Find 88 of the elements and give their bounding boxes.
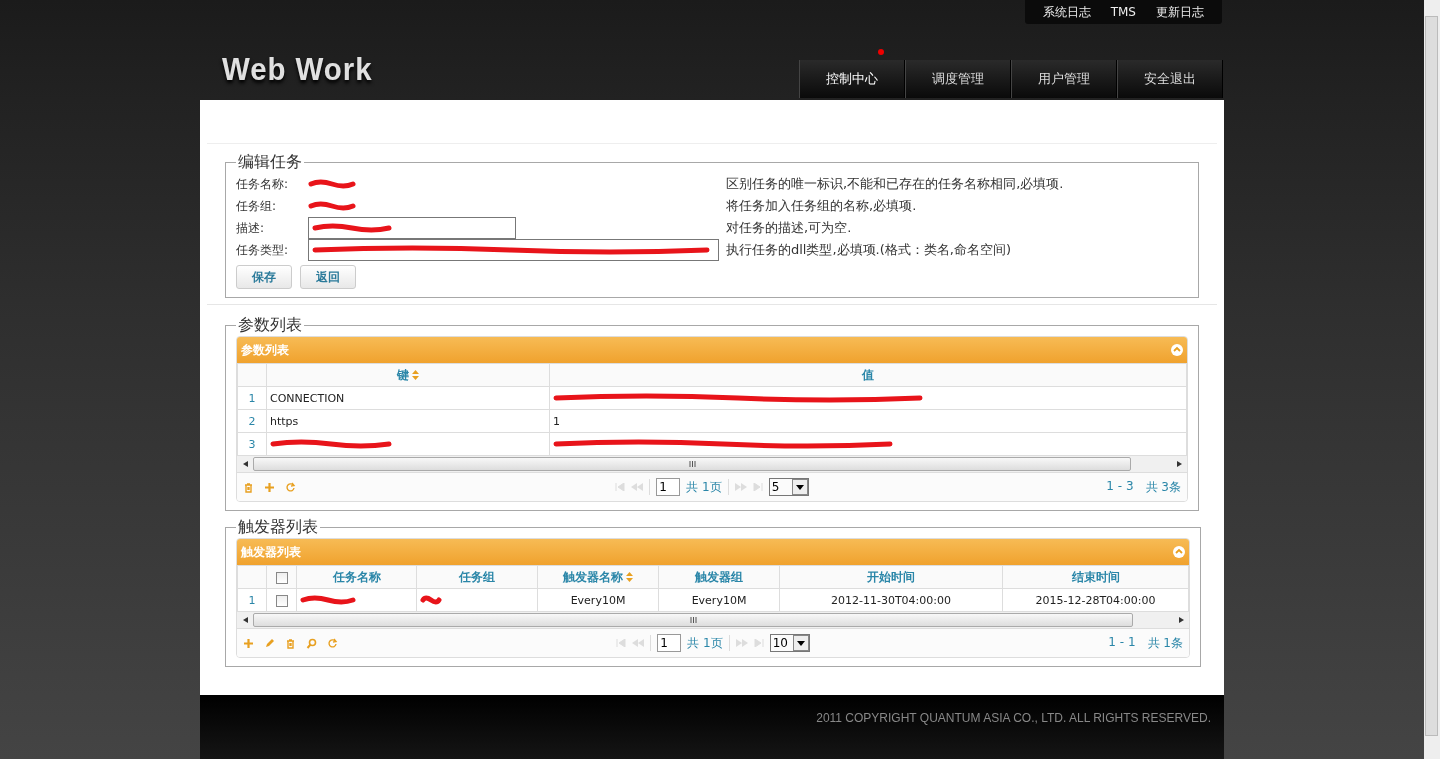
copyright-text: 2011 COPYRIGHT QUANTUM ASIA CO., LTD. ALL RIGHTS RESERVED. bbox=[816, 711, 1211, 727]
plus-icon[interactable] bbox=[264, 481, 275, 493]
row-number: 2 bbox=[237, 409, 267, 433]
table-cell: 2012-11-30T04:00:00 bbox=[779, 588, 1003, 612]
first-page-icon[interactable] bbox=[615, 483, 626, 491]
row-number: 3 bbox=[237, 432, 267, 456]
input-field[interactable] bbox=[308, 239, 719, 261]
checkbox[interactable] bbox=[275, 571, 288, 584]
form-button[interactable]: 保存 bbox=[236, 265, 292, 289]
sort-icon[interactable] bbox=[412, 370, 419, 380]
top-link[interactable]: 系统日志 bbox=[1042, 3, 1091, 21]
row-number: 1 bbox=[237, 588, 267, 612]
section-title: 参数列表 bbox=[237, 315, 303, 336]
refresh-icon[interactable] bbox=[285, 481, 296, 493]
next-page-icon[interactable] bbox=[734, 483, 747, 491]
page-count: 共 1页 bbox=[687, 634, 723, 652]
sort-icon[interactable] bbox=[626, 572, 633, 582]
scroll-left-icon[interactable] bbox=[242, 461, 248, 467]
field-label: 描述: bbox=[236, 219, 266, 237]
row-number: 1 bbox=[237, 386, 267, 410]
page-size-select[interactable]: 5 bbox=[768, 478, 809, 496]
table-cell: Every10M bbox=[658, 588, 780, 612]
nav-tab[interactable]: 调度管理 bbox=[905, 60, 1011, 98]
field-label: 任务组: bbox=[236, 197, 278, 215]
table-cell: 2015-12-28T04:00:00 bbox=[1002, 588, 1189, 612]
last-page-icon[interactable] bbox=[752, 483, 763, 491]
field-label: 任务类型: bbox=[236, 241, 290, 259]
caret-icon[interactable] bbox=[795, 484, 804, 490]
field-hint: 将任务加入任务组的名称,必填项. bbox=[726, 197, 917, 215]
table-cell: 1 bbox=[549, 409, 1187, 433]
page-number-field[interactable]: 1 bbox=[656, 478, 681, 496]
column-header[interactable]: 结束时间 bbox=[1002, 565, 1189, 589]
section-title: 编辑任务 bbox=[237, 152, 303, 173]
record-total: 共 3条 bbox=[1145, 478, 1181, 496]
column-header[interactable]: 键 bbox=[266, 363, 550, 387]
collapse-icon[interactable] bbox=[1171, 344, 1183, 356]
grip-icon[interactable] bbox=[688, 461, 696, 467]
column-header[interactable]: 触发器名称 bbox=[537, 565, 659, 589]
field-hint: 区别任务的唯一标识,不能和已存在的任务名称相同,必填项. bbox=[726, 175, 1064, 193]
trash-icon[interactable] bbox=[243, 481, 254, 493]
table-cell: CONNECTION bbox=[266, 386, 550, 410]
previous-page-icon[interactable] bbox=[632, 639, 645, 647]
table-cell: Every10M bbox=[537, 588, 659, 612]
column-header[interactable]: 任务组 bbox=[416, 565, 538, 589]
nav-tab[interactable]: 用户管理 bbox=[1011, 60, 1117, 98]
vertical-scrollbar[interactable] bbox=[1424, 0, 1440, 759]
scroll-right-icon[interactable] bbox=[1176, 461, 1182, 467]
page-size-select[interactable]: 10 bbox=[769, 634, 810, 652]
previous-page-icon[interactable] bbox=[631, 483, 644, 491]
grid-title: 参数列表 bbox=[241, 341, 289, 359]
grid-title: 触发器列表 bbox=[241, 543, 301, 561]
column-header[interactable]: 值 bbox=[549, 363, 1187, 387]
top-link[interactable]: TMS bbox=[1110, 5, 1136, 19]
nav-tab[interactable]: 控制中心 bbox=[799, 60, 905, 98]
horizontal-scrollbar[interactable] bbox=[237, 456, 1187, 473]
page-count: 共 1页 bbox=[686, 478, 722, 496]
horizontal-scrollbar[interactable] bbox=[237, 612, 1189, 629]
caret-icon[interactable] bbox=[796, 640, 805, 646]
scroll-right-icon[interactable] bbox=[1178, 617, 1184, 623]
logo: Web Work bbox=[221, 52, 373, 88]
pencil-icon[interactable] bbox=[264, 637, 275, 649]
field-hint: 对任务的描述,可为空. bbox=[726, 219, 852, 237]
next-page-icon[interactable] bbox=[735, 639, 748, 647]
section-title: 触发器列表 bbox=[237, 517, 319, 538]
last-page-icon[interactable] bbox=[753, 639, 764, 647]
record-range: 1 - 1 bbox=[1108, 634, 1136, 651]
first-page-icon[interactable] bbox=[616, 639, 627, 647]
checkbox[interactable] bbox=[275, 594, 288, 607]
column-header[interactable]: 开始时间 bbox=[779, 565, 1003, 589]
table-cell: https bbox=[266, 409, 550, 433]
scroll-left-icon[interactable] bbox=[242, 617, 248, 623]
column-header[interactable]: 任务名称 bbox=[296, 565, 417, 589]
page-number-field[interactable]: 1 bbox=[657, 634, 682, 652]
nav-tab[interactable]: 安全退出 bbox=[1117, 60, 1223, 98]
field-hint: 执行任务的dll类型,必填项.(格式：类名,命名空间) bbox=[726, 241, 1012, 259]
grip-icon[interactable] bbox=[689, 617, 697, 623]
record-range: 1 - 3 bbox=[1106, 478, 1134, 495]
collapse-icon[interactable] bbox=[1173, 546, 1185, 558]
column-header[interactable]: 触发器组 bbox=[658, 565, 780, 589]
search-icon[interactable] bbox=[306, 637, 317, 649]
plus-icon[interactable] bbox=[243, 637, 254, 649]
field-label: 任务名称: bbox=[236, 175, 290, 193]
form-button[interactable]: 返回 bbox=[300, 265, 356, 289]
trash-icon[interactable] bbox=[285, 637, 296, 649]
record-total: 共 1条 bbox=[1147, 634, 1183, 652]
top-link[interactable]: 更新日志 bbox=[1156, 3, 1204, 21]
input-field[interactable] bbox=[308, 217, 516, 239]
refresh-icon[interactable] bbox=[327, 637, 338, 649]
